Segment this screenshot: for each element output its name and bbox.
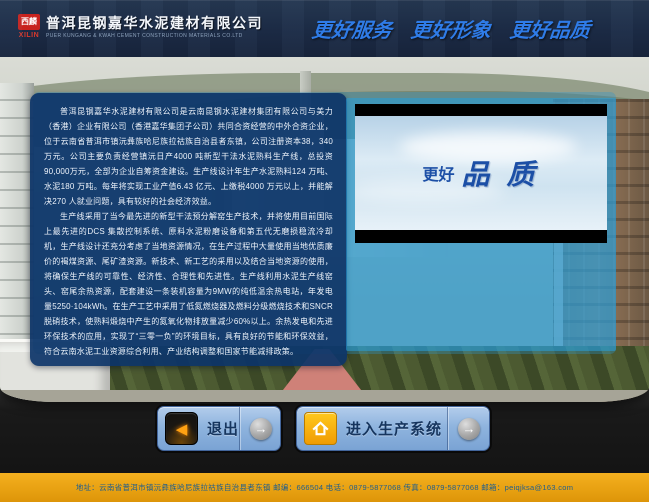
company-logo: 西麟 [18, 14, 40, 30]
enter-production-system-button[interactable]: 进入生产系统 → [296, 406, 490, 451]
forward-arrow-icon[interactable]: → [458, 418, 480, 440]
footer-bar: 地址：云南省普洱市镇沅彝族哈尼族拉祜族自治县者东镇 邮编：666504 电话：0… [0, 473, 649, 502]
company-name: 普洱昆钢嘉华水泥建材有限公司 [46, 13, 263, 33]
header-slogan: 更好服务 更好形象 更好品质 [310, 14, 591, 43]
intro-paragraph-1: 普洱昆钢嘉华水泥建材有限公司是云南昆钢水泥建材集团有限公司与美力（香港）企业有限… [44, 104, 333, 209]
header-bar: 西麟 XILIN 普洱昆钢嘉华水泥建材有限公司 PUER KUNGANG & K… [0, 0, 649, 57]
video-letterbox-top [355, 104, 607, 116]
button-divider [239, 407, 241, 450]
video-caption: 更好 品 质 [422, 153, 539, 193]
exit-button-label: 退出 [207, 418, 239, 439]
forward-arrow-icon[interactable]: → [250, 418, 272, 440]
intro-paragraph-2: 生产线采用了当今最先进的新型干法预分解窑生产技术，并将使用目前国际上最先进的DC… [44, 209, 333, 359]
back-icon: ◀ [165, 412, 198, 445]
video-caption-main: 品 质 [462, 153, 540, 193]
home-icon [304, 412, 337, 445]
kiosk-screen: 西麟 XILIN 普洱昆钢嘉华水泥建材有限公司 PUER KUNGANG & K… [0, 0, 649, 502]
footer-contact-info: 地址：云南省普洱市镇沅彝族哈尼族拉祜族自治县者东镇 邮编：666504 电话：0… [76, 482, 574, 493]
photo-ground [0, 390, 649, 402]
company-name-en: PUER KUNGANG & KWAH CEMENT CONSTRUCTION … [46, 33, 243, 39]
enter-button-label: 进入生产系统 [346, 418, 442, 439]
company-intro-panel: 普洱昆钢嘉华水泥建材有限公司是云南昆钢水泥建材集团有限公司与美力（香港）企业有限… [30, 93, 347, 366]
logo-cn-text: 西麟 [21, 18, 37, 26]
video-letterbox-bottom [355, 230, 607, 243]
photo-left-tower [0, 83, 34, 373]
logo-en-text: XILIN [16, 32, 42, 39]
button-divider [447, 407, 449, 450]
video-screen[interactable]: 更好 品 质 [355, 116, 607, 230]
video-caption-prefix: 更好 [422, 161, 454, 185]
promo-video-player[interactable]: 更好 品 质 [346, 98, 616, 351]
exit-button[interactable]: ◀ 退出 → [157, 406, 281, 451]
